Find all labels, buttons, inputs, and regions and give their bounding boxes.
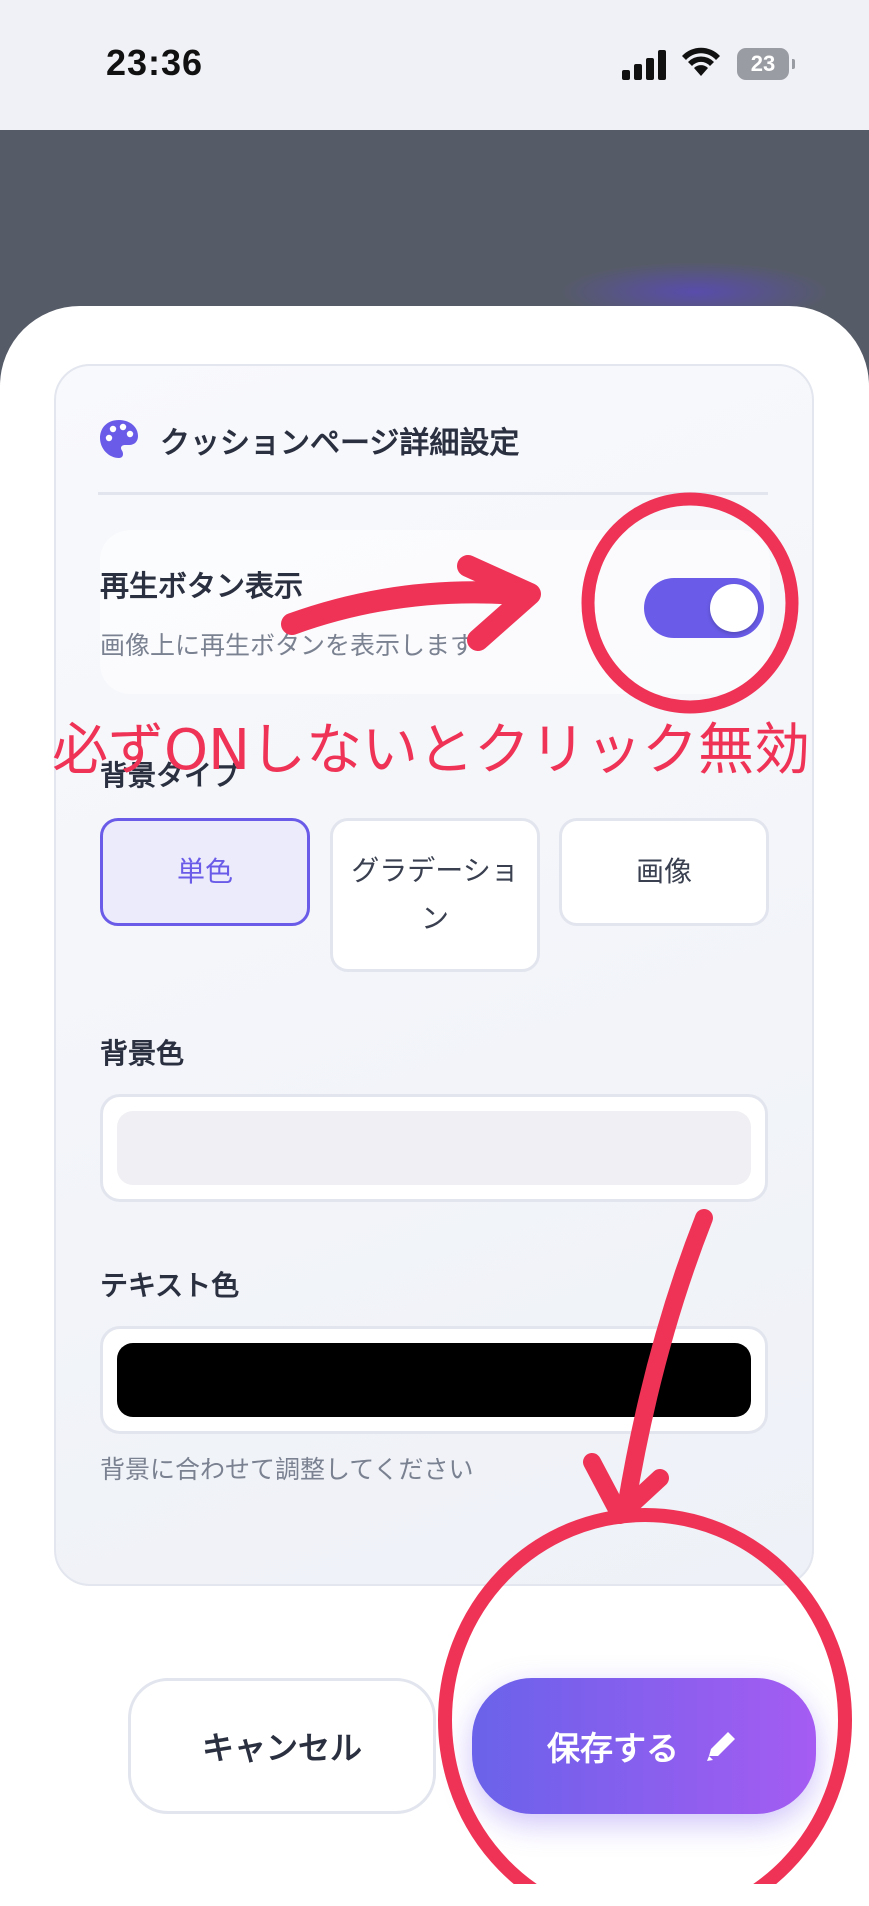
card-title: クッションページ詳細設定	[160, 426, 520, 461]
background-color-swatch[interactable]	[117, 1111, 751, 1185]
color-hint-text: 背景に合わせて調整してください	[100, 1455, 474, 1484]
background-color-field[interactable]	[100, 1094, 768, 1202]
background-type-gradient-button[interactable]: グラデーション	[330, 818, 540, 972]
text-color-field[interactable]	[100, 1326, 768, 1434]
background-type-image-button[interactable]: 画像	[559, 818, 769, 926]
play-button-label: 再生ボタン表示	[100, 569, 304, 603]
background-type-solid-button[interactable]: 単色	[100, 818, 310, 926]
annotation-text: 必ずONしないとクリック無効	[52, 718, 810, 783]
save-button-label: 保存する	[547, 1729, 679, 1768]
play-button-description: 画像上に再生ボタンを表示します	[100, 631, 476, 660]
status-bar: 23:36 23	[0, 0, 869, 130]
cancel-button[interactable]: キャンセル	[128, 1678, 436, 1814]
toggle-knob	[710, 584, 758, 632]
text-color-swatch[interactable]	[117, 1343, 751, 1417]
cellular-signal-icon	[622, 50, 668, 80]
text-color-label: テキスト色	[100, 1269, 240, 1302]
battery-icon: 23	[737, 48, 795, 80]
card-header: クッションページ詳細設定	[98, 412, 768, 495]
save-button[interactable]: 保存する	[472, 1678, 816, 1814]
play-button-toggle[interactable]	[644, 578, 764, 638]
palette-icon	[100, 420, 138, 458]
status-time: 23:36	[106, 42, 204, 83]
background-color-label: 背景色	[100, 1037, 185, 1070]
pencil-icon	[707, 1732, 735, 1761]
wifi-icon	[682, 47, 720, 76]
